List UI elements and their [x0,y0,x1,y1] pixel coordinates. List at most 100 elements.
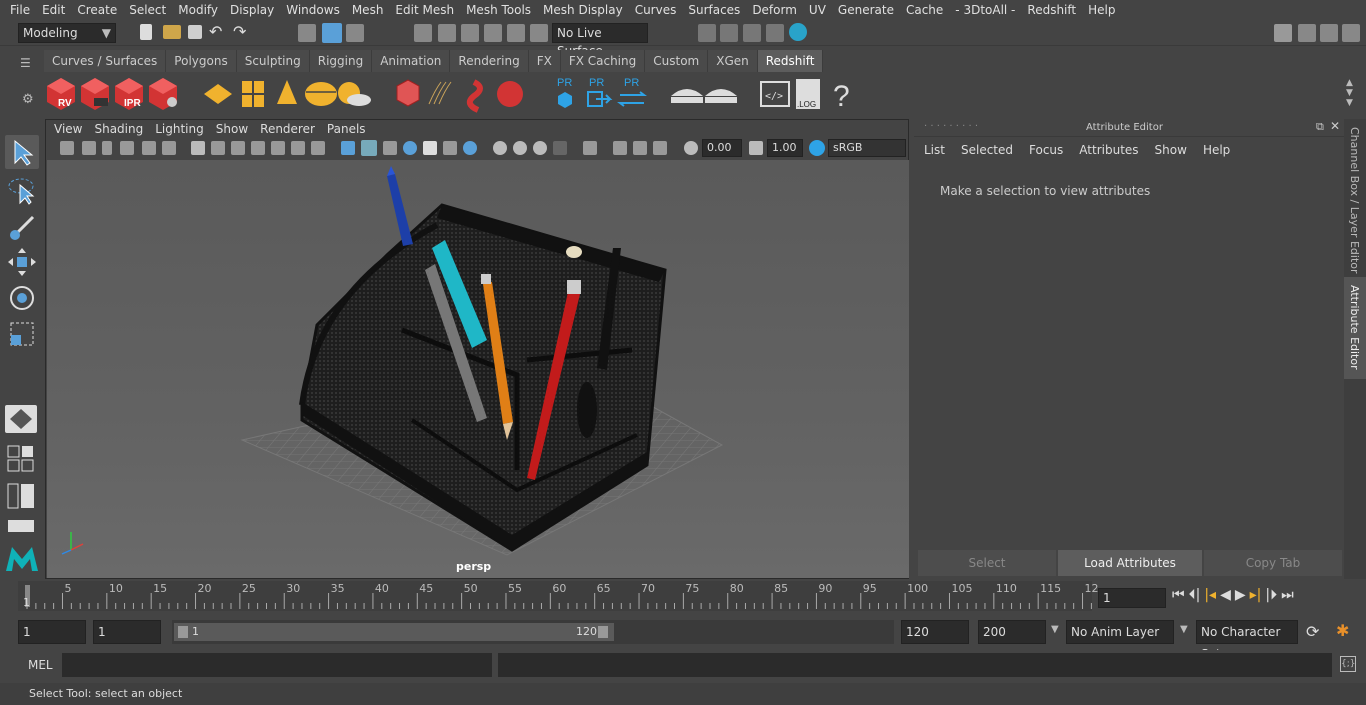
bookmark-icon[interactable] [102,141,112,155]
current-frame-field[interactable]: 1 [1098,588,1166,608]
proxy-cube-icon[interactable] [396,79,420,107]
select-hierarchy-icon[interactable] [298,24,316,42]
shelf-tab-redshift[interactable]: Redshift [757,50,824,72]
vp-menu-view[interactable]: View [48,122,88,136]
play-backwards-icon[interactable]: ◀ [1220,587,1231,603]
script-language-label[interactable]: MEL [28,658,53,672]
vp-menu-renderer[interactable]: Renderer [254,122,321,136]
script-editor-icon[interactable]: {;} [1340,656,1356,672]
spot-light-icon[interactable] [277,80,297,104]
gamma-icon[interactable] [749,141,763,155]
render-settings-icon[interactable] [766,24,784,42]
shelf-tab-curves-surfaces[interactable]: Curves / Surfaces [44,50,167,72]
ae-menu-attributes[interactable]: Attributes [1071,143,1146,157]
material-sphere-icon[interactable] [497,81,523,107]
go-to-start-icon[interactable]: ⏮ [1172,587,1185,603]
menu-mesh-display[interactable]: Mesh Display [537,3,629,17]
playback-end-field[interactable]: 120 [901,620,969,644]
dome-light-grid-icon[interactable] [242,81,264,107]
render-sequence-cube-icon[interactable] [81,78,109,110]
ae-menu-list[interactable]: List [916,143,953,157]
paint-select-tool-button[interactable] [5,209,39,243]
menu-surfaces[interactable]: Surfaces [682,3,746,17]
channel-box-toggle-icon[interactable] [1342,24,1360,42]
script-editor-icon[interactable]: </> [760,81,790,107]
menu-windows[interactable]: Windows [280,3,346,17]
scene-end-field[interactable]: 200 [978,620,1046,644]
four-view-layout-button[interactable] [7,445,35,473]
select-tool-button[interactable] [5,135,39,169]
make-live-icon[interactable] [507,24,525,42]
select-object-icon[interactable] [322,23,342,43]
snap-point-icon[interactable] [461,24,479,42]
open-scene-icon[interactable] [163,25,181,39]
persp-graph-layout-button[interactable] [7,519,35,533]
pr-export-icon[interactable]: PR [587,77,613,107]
menu-deform[interactable]: Deform [746,3,803,17]
save-scene-icon[interactable] [188,25,202,39]
menu-file[interactable]: File [4,3,36,17]
shadows-icon[interactable] [463,141,477,155]
area-light-icon[interactable] [204,84,232,104]
hair-strands-icon[interactable] [428,81,452,105]
wireframe-shading-icon[interactable] [341,141,355,155]
menu-redshift[interactable]: Redshift [1021,3,1082,17]
ae-menu-selected[interactable]: Selected [953,143,1021,157]
default-material-icon[interactable] [383,141,397,155]
help-question-icon[interactable]: ? [833,80,850,113]
menu-edit-mesh[interactable]: Edit Mesh [389,3,460,17]
frame-selected-icon[interactable] [633,141,647,155]
color-management-icon[interactable] [809,140,825,156]
rotate-tool-button[interactable] [5,281,39,315]
copy-tab-button[interactable]: Copy Tab [1204,550,1342,576]
menu-uv[interactable]: UV [803,3,832,17]
range-slider[interactable]: 1 120 [172,620,894,644]
lasso-tool-button[interactable] [5,173,39,207]
bake-set-icon[interactable] [671,89,703,103]
load-attributes-button[interactable]: Load Attributes [1058,550,1202,576]
auto-key-icon[interactable]: ⟳ [1306,622,1319,641]
pr-swap-icon[interactable]: PR [617,77,647,107]
snap-curve-icon[interactable] [438,24,456,42]
modeling-toolkit-icon[interactable] [1274,24,1292,42]
gamma-field[interactable]: 1.00 [767,139,803,157]
select-button[interactable]: Select [918,550,1056,576]
menu-mesh-tools[interactable]: Mesh Tools [460,3,537,17]
rv-cube-icon[interactable]: RV [47,78,75,110]
hypershade-icon[interactable] [789,23,807,41]
command-input[interactable] [62,653,492,677]
menu-edit[interactable]: Edit [36,3,71,17]
shelf-tab-rigging[interactable]: Rigging [309,50,373,72]
single-view-layout-button[interactable] [5,405,37,433]
image-plane-icon[interactable] [120,141,134,155]
grid-toggle-icon[interactable] [191,141,205,155]
safe-title-icon[interactable] [311,141,325,155]
safe-action-icon[interactable] [291,141,305,155]
undo-icon[interactable]: ↶ [209,22,222,41]
shelf-tab-xgen[interactable]: XGen [708,50,758,72]
menu-select[interactable]: Select [123,3,172,17]
color-space-dropdown[interactable]: sRGB gamma [828,139,906,170]
range-slider-handle[interactable]: 1 120 [174,623,614,641]
range-end-grip[interactable] [598,626,608,638]
menu-mesh[interactable]: Mesh [346,3,390,17]
animation-prefs-icon[interactable]: ✱ [1336,621,1349,640]
smooth-shading-icon[interactable] [361,140,377,156]
move-tool-button[interactable] [5,245,39,279]
snap-surface-icon[interactable] [530,24,548,42]
frame-all-icon[interactable] [613,141,627,155]
redo-icon[interactable]: ↷ [233,22,246,41]
shelf-tab-fx-caching[interactable]: FX Caching [560,50,646,72]
shelf-settings-icon[interactable]: ⚙ [22,92,34,107]
grease-pencil-icon[interactable] [162,141,176,155]
shelf-tab-rendering[interactable]: Rendering [450,50,529,72]
camera-lock-icon[interactable] [82,141,96,155]
menu-3dtoall[interactable]: - 3DtoAll - [949,3,1021,17]
vp-menu-show[interactable]: Show [210,122,254,136]
outliner-layout-button[interactable] [7,483,35,509]
attribute-editor-toggle-icon[interactable] [1298,24,1316,42]
3d-viewport-canvas[interactable]: persp [47,160,909,578]
chevron-down-icon[interactable]: ▼ [1180,624,1188,635]
anti-aliasing-icon[interactable] [533,141,547,155]
menu-cache[interactable]: Cache [900,3,949,17]
